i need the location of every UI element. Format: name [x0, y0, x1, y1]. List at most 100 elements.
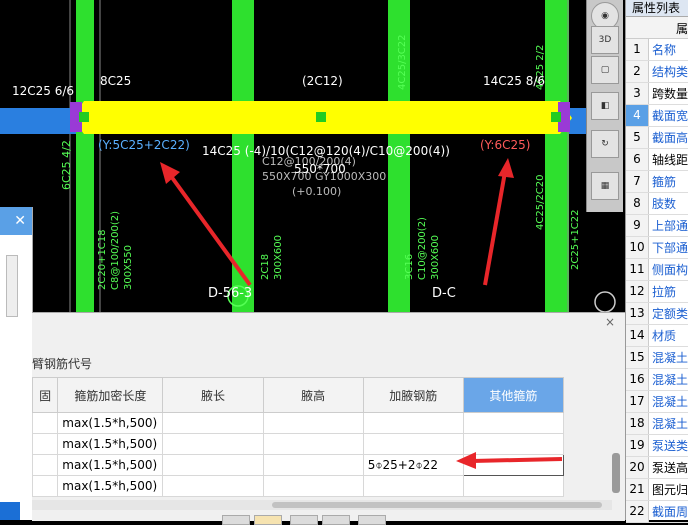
column-header-active[interactable]: 其他箍筋 — [462, 377, 565, 413]
table-cell[interactable] — [262, 433, 364, 455]
grip-point[interactable] — [551, 112, 561, 122]
beam-stub-right[interactable] — [569, 108, 587, 134]
status-button[interactable] — [290, 515, 318, 525]
close-icon[interactable]: ✕ — [14, 213, 26, 229]
table-cell[interactable] — [362, 475, 464, 497]
table-cell[interactable] — [162, 475, 264, 497]
table-cell[interactable]: max(1.5*h,500) — [57, 475, 164, 497]
property-row[interactable]: 13 定额类 — [626, 303, 688, 325]
properties-panel: 属性列表 属 1 名称 2 结构类 3 跨数量 4 截面宽 5 截面高 6 轴线距 7 箍筋 8 肢数 9 上部通… — [625, 0, 688, 523]
property-row-number: 18 — [626, 413, 649, 434]
scroll-thumb[interactable] — [272, 502, 602, 508]
table-cell[interactable] — [31, 454, 59, 476]
column-annotation: 3C16 — [404, 254, 415, 280]
property-row-name: 截面宽 — [652, 109, 688, 123]
table-cell[interactable] — [31, 475, 59, 497]
table-cell[interactable] — [462, 475, 565, 497]
close-icon[interactable]: × — [605, 315, 615, 329]
column-header[interactable]: 加腋钢筋 — [362, 377, 464, 413]
grid-icon[interactable]: ▦ — [591, 172, 619, 200]
beam-annotation-faded: (+0.100) — [292, 185, 341, 198]
table-cell[interactable] — [162, 433, 264, 455]
table-cell[interactable]: max(1.5*h,500) — [57, 433, 164, 455]
property-row-name: 名称 — [652, 43, 677, 57]
grip-point[interactable] — [316, 112, 326, 122]
table-cell[interactable] — [262, 412, 364, 434]
property-row-number: 4 — [626, 105, 649, 126]
box-front-icon[interactable]: ◧ — [591, 92, 619, 120]
box-icon[interactable]: ▢ — [591, 56, 619, 84]
property-row-number: 21 — [626, 479, 649, 500]
column-annotation: 2C18 — [260, 254, 271, 280]
grip-point[interactable] — [79, 112, 89, 122]
property-row[interactable]: 11 侧面构 — [626, 259, 688, 281]
property-row-name: 肢数 — [652, 197, 677, 211]
table-cell[interactable]: max(1.5*h,500) — [57, 454, 164, 476]
3d-box-icon[interactable]: 3D — [591, 26, 619, 54]
table-cell[interactable] — [162, 412, 264, 434]
column-annotation: 6C25 4/2 — [60, 140, 73, 190]
red-arrow-line — [483, 171, 507, 286]
property-row[interactable]: 8 肢数 — [626, 193, 688, 215]
table-cell[interactable] — [362, 412, 464, 434]
column-header[interactable]: 腋长 — [162, 377, 264, 413]
table-vertical-scrollbar[interactable] — [612, 453, 620, 493]
table-horizontal-scrollbar[interactable] — [32, 500, 612, 510]
property-row[interactable]: 4 截面宽 — [626, 105, 688, 127]
left-dock-panel: ✕ — [0, 207, 33, 520]
property-row[interactable]: 17 混凝土 — [626, 391, 688, 413]
property-row[interactable]: 16 混凝土 — [626, 369, 688, 391]
axis-label-right: D-C — [432, 286, 456, 301]
property-row[interactable]: 9 上部通 — [626, 215, 688, 237]
table-cell[interactable]: 5⌽25+2⌽22 — [362, 454, 464, 476]
left-panel-scrollbar[interactable] — [6, 255, 18, 317]
property-row-number: 16 — [626, 369, 649, 390]
table-cell[interactable] — [262, 475, 364, 497]
properties-header: 属 — [626, 17, 688, 39]
property-row[interactable]: 5 截面高 — [626, 127, 688, 149]
column-annotation: 4C25/2C20 — [535, 174, 546, 230]
left-panel-button[interactable] — [0, 502, 20, 520]
property-row[interactable]: 1 名称 — [626, 39, 688, 61]
beam-stub-left[interactable] — [0, 108, 76, 134]
table-cell[interactable] — [462, 412, 565, 434]
table-cell[interactable] — [31, 412, 59, 434]
table-cell[interactable]: max(1.5*h,500) — [57, 412, 164, 434]
table-cell[interactable] — [162, 454, 264, 476]
property-row[interactable]: 18 混凝土 — [626, 413, 688, 435]
property-row[interactable]: 20 泵送高 — [626, 457, 688, 479]
column-annotation: C8@100/200(2) — [110, 211, 121, 290]
beam-label-left-top: 12C25 6/6 — [12, 84, 75, 98]
status-button[interactable] — [358, 515, 386, 525]
table-cell[interactable] — [262, 454, 364, 476]
column-header[interactable]: 固 — [31, 377, 59, 413]
property-row[interactable]: 19 泵送类 — [626, 435, 688, 457]
property-row[interactable]: 3 跨数量 — [626, 83, 688, 105]
property-row[interactable]: 12 拉筋 — [626, 281, 688, 303]
column-header[interactable]: 箍筋加密长度 — [57, 377, 164, 413]
property-row[interactable]: 7 箍筋 — [626, 171, 688, 193]
properties-rows: 1 名称 2 结构类 3 跨数量 4 截面宽 5 截面高 6 轴线距 7 箍筋 8 肢数 9 上部通 10 下部通 11… — [626, 39, 688, 523]
property-row-name: 侧面构 — [652, 263, 688, 277]
property-row-name: 泵送高 — [652, 461, 688, 475]
table-cell[interactable] — [31, 433, 59, 455]
property-row[interactable]: 21 图元归 — [626, 479, 688, 501]
property-row-name: 混凝土 — [652, 395, 688, 409]
property-row[interactable]: 2 结构类 — [626, 61, 688, 83]
property-row-name: 混凝土 — [652, 417, 688, 431]
beam-label-right-top: 14C25 8/6 — [483, 74, 546, 88]
column-left[interactable] — [76, 0, 94, 312]
status-button[interactable] — [322, 515, 350, 525]
property-row[interactable]: 6 轴线距 — [626, 149, 688, 171]
cad-drawing-canvas[interactable]: 6C25 4/2 2C20+1C18 C8@100/200(2) 300X550… — [0, 0, 625, 312]
status-button[interactable] — [254, 515, 282, 525]
column-header[interactable]: 腋高 — [262, 377, 364, 413]
status-button[interactable] — [222, 515, 250, 525]
rotate-icon[interactable]: ↻ — [591, 130, 619, 158]
table-cell[interactable] — [362, 433, 464, 455]
property-row[interactable]: 15 混凝土 — [626, 347, 688, 369]
property-row[interactable]: 14 材质 — [626, 325, 688, 347]
property-row[interactable]: 10 下部通 — [626, 237, 688, 259]
red-arrow-line — [471, 457, 563, 463]
column-right[interactable] — [545, 0, 569, 312]
